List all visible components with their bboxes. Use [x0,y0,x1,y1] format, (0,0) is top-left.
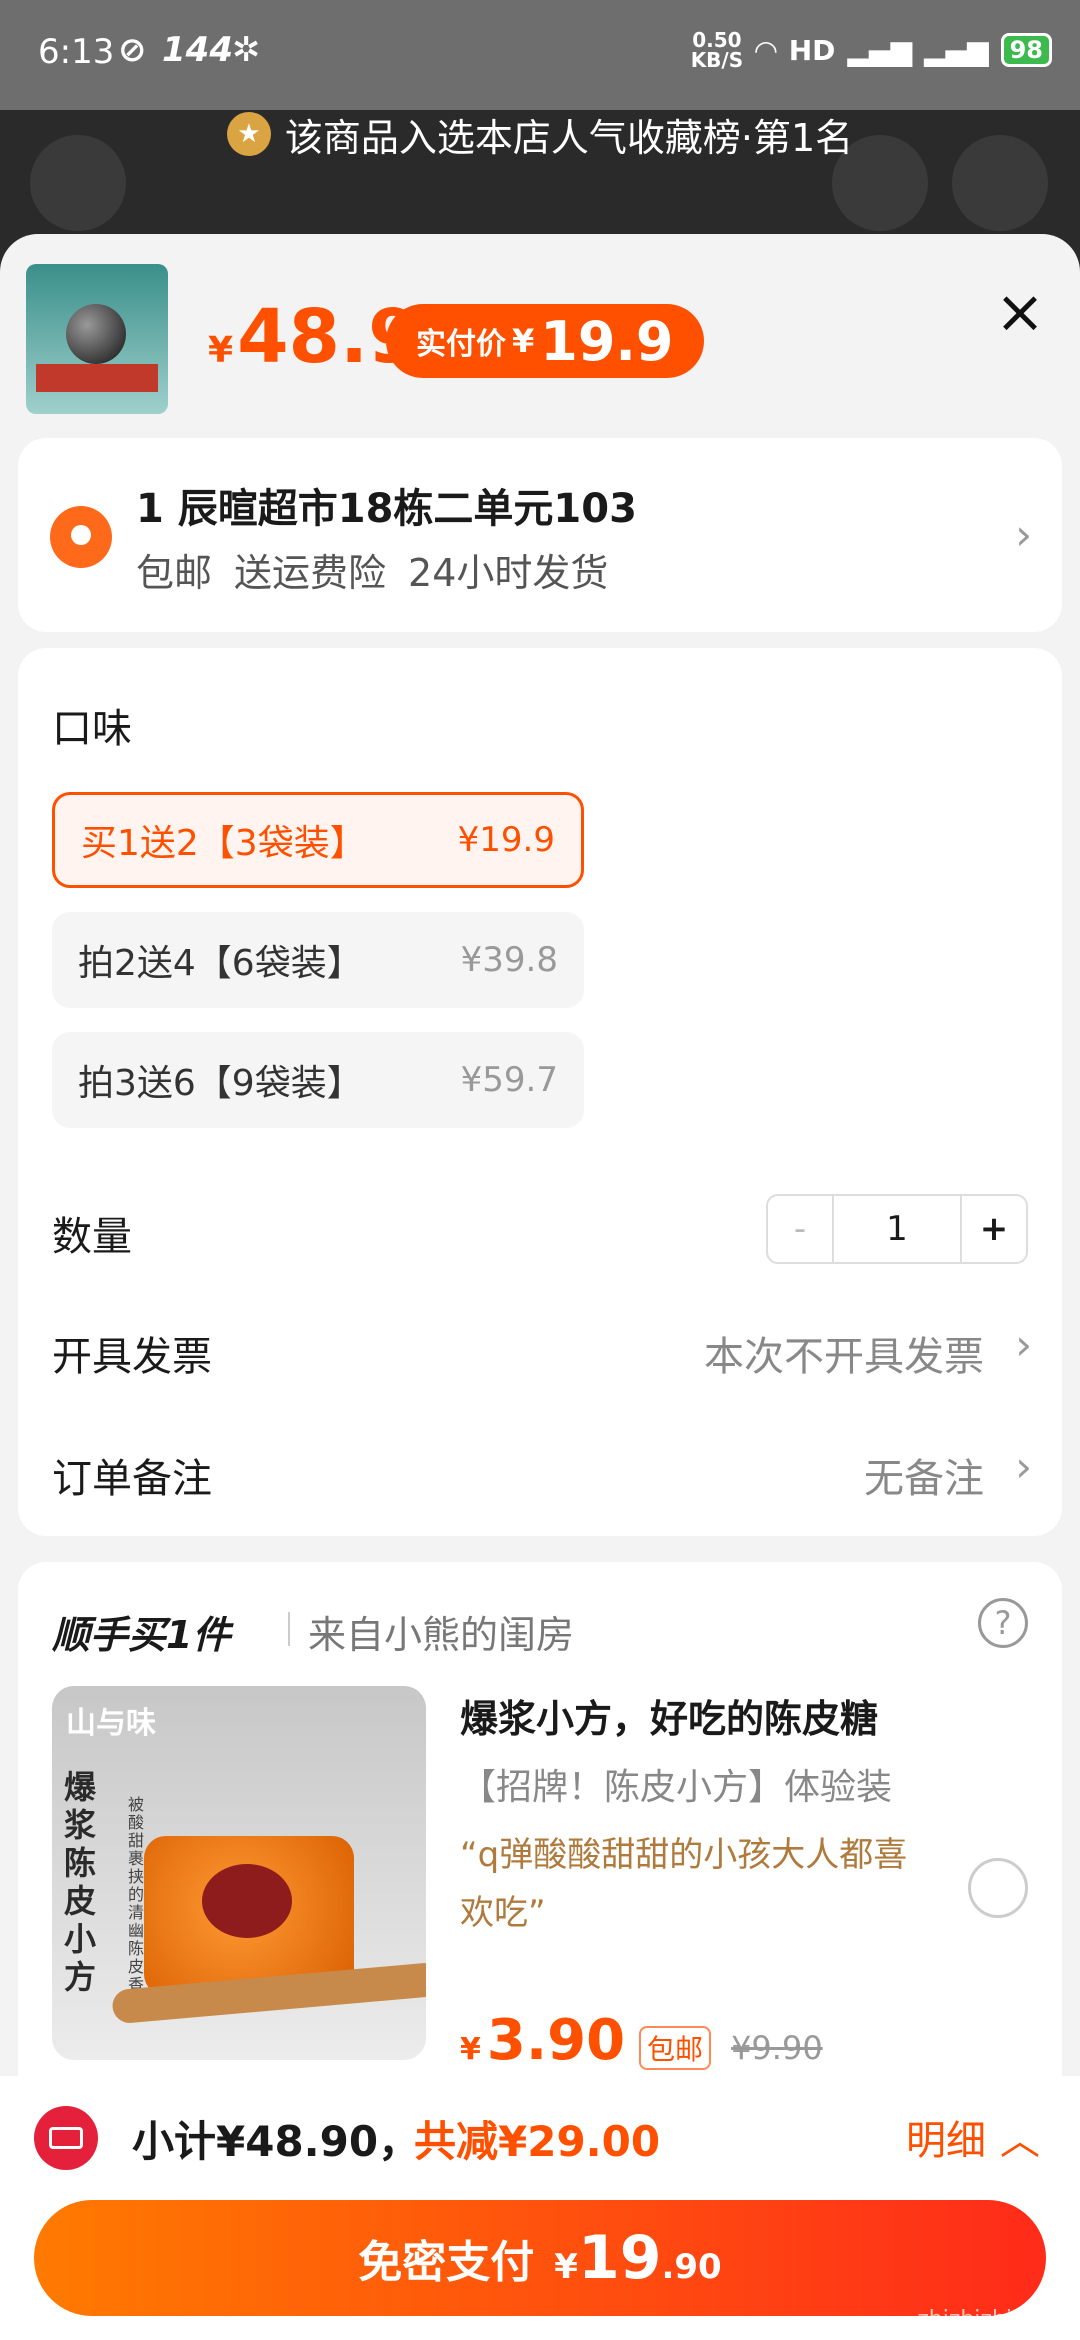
location-icon [50,506,112,568]
rank-banner: ★ 该商品入选本店人气收藏榜·第1名 [0,110,1080,160]
chevron-right-icon[interactable]: › [1015,1320,1032,1369]
flavor-title: 口味 [52,706,132,752]
quantity-stepper: - 1 + [766,1194,1028,1264]
battery-icon: 98 [1000,33,1052,67]
status-bar: 6:13 ⊘ 144 ✲ 0.50 KB/S ◠ HD ▂▄▆ ▂▄▆ 98 [0,0,1080,110]
medal-icon: ★ [226,112,271,156]
sku-sheet: ¥48.9 实付价 ¥ 19.9 × 1 辰暄超市18栋二单元103 包邮 送运… [0,234,1080,2340]
quantity-plus-button[interactable]: + [960,1196,1026,1262]
flavor-option-2[interactable]: 拍2送4【6袋装】 ¥39.8 [52,912,584,1008]
product-thumbnail[interactable] [26,264,168,414]
note-label: 订单备注 [52,1456,212,1502]
tag-free-shipping: 包邮 [136,551,213,595]
brand-logo: 山与味 [66,1706,156,1741]
free-shipping-badge: 包邮 [639,2026,712,2070]
subtotal: 小计¥48.90， [132,2117,421,2166]
addon-product-price: ¥ 3.90 包邮 ¥9.90 [460,2008,823,2073]
original-price: ¥9.90 [731,2029,823,2067]
chevron-right-icon[interactable]: › [1015,1442,1032,1491]
signal-4g-icon: ▂▄▆ [923,33,989,67]
wifi-icon: ◠ [755,33,777,67]
addon-product-quote: “q弹酸酸甜甜的小孩大人都喜欢吃” [460,1835,908,1933]
addon-product-subtitle: 【招牌！陈皮小方】体验装 [460,1767,893,1808]
pay-button[interactable]: 免密支付 ¥19.90 [34,2200,1046,2316]
divider [288,1612,290,1646]
chevron-up-icon: ︿ [1000,2118,1040,2164]
discount-total: 共减¥29.00 [414,2117,661,2166]
signal-5g-icon: ▂▄▆ [847,33,912,67]
address-line: 1 辰暄超市18栋二单元103 [136,486,637,532]
detail-toggle[interactable]: 明细 ︿ [906,2108,1040,2166]
watermark: zhizhizhi.com [917,2307,1066,2332]
addon-select-checkbox[interactable] [968,1858,1028,1918]
banner-text: 该商品入选本店人气收藏榜·第1名 [284,115,854,160]
actual-price-badge: 实付价 ¥ 19.9 [386,304,704,378]
addon-product-title[interactable]: 爆浆小方，好吃的陈皮糖 [460,1688,878,1743]
chevron-right-icon: › [1015,510,1032,559]
status-right: 0.50 KB/S ◠ HD ▂▄▆ ▂▄▆ 98 [691,30,1052,70]
invoice-value[interactable]: 本次不开具发票 [704,1324,984,1382]
mute-icon: ⊘ [118,30,147,70]
addon-title: 顺手买1件 [52,1613,231,1657]
tag-24h-dispatch: 24小时发货 [408,551,609,595]
invoice-label: 开具发票 [52,1334,212,1380]
signal-label: HD [788,33,836,67]
quantity-minus-button[interactable]: - [768,1196,834,1262]
help-icon[interactable]: ? [978,1598,1028,1648]
options-card: 口味 买1送2【3袋装】 ¥19.9 拍2送4【6袋装】 ¥39.8 拍3送6【9袋… [18,648,1062,1536]
quantity-value[interactable]: 1 [834,1196,960,1262]
flavor-option-3[interactable]: 拍3送6【9袋装】 ¥59.7 [52,1032,584,1128]
fan-icon: ✲ [232,30,261,70]
net-speed: 0.50 KB/S [690,28,744,72]
addon-product-image[interactable]: 山与味 爆浆陈皮小方 被酸甜裹挟的清幽陈皮香 [52,1686,426,2060]
note-value[interactable]: 无备注 [864,1446,984,1504]
flavor-option-1[interactable]: 买1送2【3袋装】 ¥19.9 [52,792,584,888]
delivery-tags: 包邮 送运费险 24小时发货 [136,542,608,597]
image-title: 爆浆陈皮小方 [64,1768,97,1996]
checkout-bar: 小计¥48.90， 共减¥29.00 明细 ︿ 免密支付 ¥19.90 zhizh… [0,2076,1080,2340]
refresh-rate: 144 [162,30,233,70]
address-card[interactable]: 1 辰暄超市18栋二单元103 包邮 送运费险 24小时发货 › [18,438,1062,632]
status-time: 6:13 [38,32,115,72]
tag-shipping-insurance: 送运费险 [234,551,387,595]
coupon-icon [34,2106,98,2170]
addon-source: 来自小熊的闺房 [308,1613,575,1657]
close-icon[interactable]: × [990,282,1050,342]
quantity-label: 数量 [52,1214,132,1260]
